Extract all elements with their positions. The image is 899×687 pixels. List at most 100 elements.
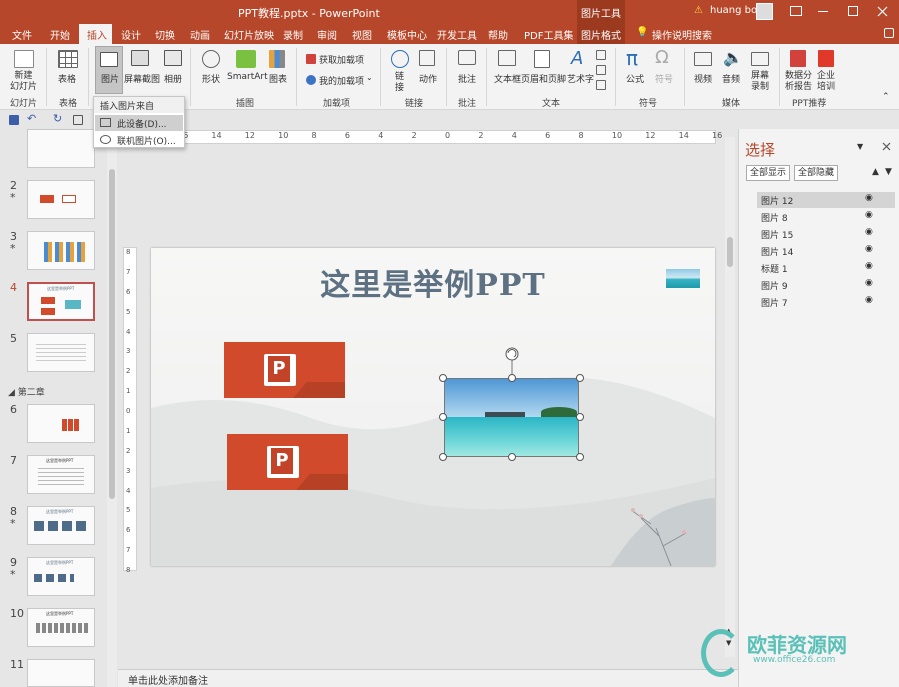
textbox-button[interactable]: 文本框: [494, 72, 521, 85]
slide-title[interactable]: 这里是举例PPT: [151, 260, 715, 304]
selection-item[interactable]: 图片 14 ◉: [757, 243, 895, 259]
comments-icon[interactable]: [884, 28, 894, 38]
tab-design[interactable]: 设计: [121, 27, 141, 42]
section-header[interactable]: ◢ 第二章: [8, 385, 45, 398]
pane-options-icon[interactable]: ▼: [857, 142, 863, 151]
autosave-icon[interactable]: [8, 4, 24, 20]
tab-help[interactable]: 帮助: [488, 27, 508, 42]
slide-thumbnail-pane[interactable]: 2 * 3 * 4 这里是举例PPT 5 ◢ 第二章 6 7 这里是举例PPT …: [0, 129, 118, 687]
pane-close-icon[interactable]: [882, 142, 891, 151]
data-analysis-button[interactable]: 数据分 析报告: [785, 71, 812, 93]
ribbon-display-icon[interactable]: [790, 6, 802, 16]
slide-thumbnail-7[interactable]: 这里是举例PPT: [27, 455, 95, 494]
audio-button[interactable]: 音频: [722, 72, 740, 85]
selection-item[interactable]: 图片 7 ◉: [757, 294, 895, 310]
selection-handles[interactable]: [435, 344, 585, 464]
slide-thumbnail-5[interactable]: [27, 333, 95, 372]
tab-review[interactable]: 审阅: [317, 27, 337, 42]
eye-icon[interactable]: ◉: [865, 261, 873, 271]
shapes-button[interactable]: 形状: [202, 72, 220, 85]
slide-thumbnail-11[interactable]: [27, 659, 95, 687]
show-all-button[interactable]: 全部显示: [746, 165, 790, 181]
maximize-icon[interactable]: [848, 6, 858, 16]
chart-button[interactable]: 图表: [269, 72, 287, 85]
eye-icon[interactable]: ◉: [865, 227, 873, 237]
slide-thumbnail-6[interactable]: [27, 404, 95, 443]
minimize-icon[interactable]: [818, 11, 828, 12]
tab-home[interactable]: 开始: [50, 27, 70, 42]
notes-area[interactable]: 单击此处添加备注: [118, 669, 738, 687]
editor-scrollbar[interactable]: ▲ ▼: [725, 137, 735, 657]
tab-transitions[interactable]: 切换: [155, 27, 175, 42]
editor-scroll-thumb[interactable]: [727, 237, 733, 267]
selection-item[interactable]: 图片 15 ◉: [757, 226, 895, 242]
action-button[interactable]: 动作: [419, 72, 437, 85]
tab-file[interactable]: 文件: [12, 27, 32, 42]
equation-button[interactable]: 公式: [626, 72, 644, 85]
video-button[interactable]: 视频: [694, 72, 712, 85]
start-slideshow-icon[interactable]: [73, 115, 83, 125]
eye-icon[interactable]: ◉: [865, 193, 873, 203]
save-icon[interactable]: [9, 115, 19, 125]
collapse-ribbon-icon[interactable]: ⌃: [882, 92, 890, 102]
eye-icon[interactable]: ◉: [865, 278, 873, 288]
table-button[interactable]: 表格: [58, 72, 76, 85]
small-beach-picture[interactable]: [666, 269, 700, 288]
redo-icon[interactable]: ↻: [53, 112, 62, 125]
user-name[interactable]: huang bo: [710, 5, 757, 16]
close-icon[interactable]: [877, 6, 888, 17]
screen-record-button[interactable]: 屏幕 录制: [751, 71, 769, 93]
training-button[interactable]: 企业 培训: [817, 71, 835, 93]
object-icon[interactable]: [596, 80, 606, 90]
eye-icon[interactable]: ◉: [865, 244, 873, 254]
get-addins-button[interactable]: 获取加载项: [319, 53, 364, 66]
selection-item[interactable]: 标题 1 ◉: [757, 260, 895, 276]
link-button[interactable]: 链接: [395, 72, 404, 94]
avatar[interactable]: [756, 3, 773, 20]
album-button[interactable]: 相册: [164, 72, 182, 85]
slide-thumbnail-1[interactable]: [27, 129, 95, 168]
header-footer-button[interactable]: 页眉和页脚: [521, 72, 566, 85]
selection-item[interactable]: 图片 8 ◉: [757, 209, 895, 225]
tab-slideshow[interactable]: 幻灯片放映: [224, 27, 274, 42]
selection-item[interactable]: 图片 9 ◉: [757, 277, 895, 293]
thumbnail-scrollbar[interactable]: [107, 129, 117, 687]
ppt-tile-bottom[interactable]: P: [227, 434, 348, 490]
tab-insert[interactable]: 插入: [79, 24, 112, 44]
slide-thumbnail-3[interactable]: [27, 231, 95, 270]
slide-canvas[interactable]: 这里是举例PPT P P: [151, 248, 715, 566]
comment-button[interactable]: 批注: [458, 72, 476, 85]
slide-thumbnail-10[interactable]: 这里是举例PPT: [27, 608, 95, 647]
new-slide-button[interactable]: 新建 幻灯片: [10, 71, 37, 93]
tab-templates[interactable]: 模板中心: [387, 27, 427, 42]
eye-icon[interactable]: ◉: [865, 295, 873, 305]
tab-pdf[interactable]: PDF工具集: [524, 27, 573, 42]
wordart-button[interactable]: 艺术字: [567, 72, 594, 85]
eye-icon[interactable]: ◉: [865, 210, 873, 220]
slide-thumbnail-2[interactable]: [27, 180, 95, 219]
tab-developer[interactable]: 开发工具: [437, 27, 477, 42]
slide-thumbnail-9[interactable]: 这里是举例PPT: [27, 557, 95, 596]
symbol-button[interactable]: 符号: [655, 72, 673, 85]
tab-record[interactable]: 录制: [283, 27, 303, 42]
undo-icon[interactable]: ↶: [27, 112, 36, 125]
my-addins-chevron-icon[interactable]: ⌄: [366, 73, 373, 82]
tab-picture-format[interactable]: 图片格式: [577, 24, 625, 44]
hide-all-button[interactable]: 全部隐藏: [794, 165, 838, 181]
menu-item-this-device[interactable]: 此设备(D)...: [95, 115, 183, 131]
slide-thumbnail-8[interactable]: 这里是举例PPT: [27, 506, 95, 545]
screenshot-button[interactable]: 屏幕截图: [124, 72, 160, 85]
tab-animations[interactable]: 动画: [190, 27, 210, 42]
slide-thumbnail-4[interactable]: 这里是举例PPT: [27, 282, 95, 321]
slide-number-icon[interactable]: [596, 65, 606, 75]
tell-me-search[interactable]: 操作说明搜索: [652, 27, 712, 42]
smartart-button[interactable]: SmartArt: [227, 72, 268, 82]
date-icon[interactable]: [596, 50, 606, 60]
selection-item[interactable]: 图片 12 ◉: [757, 192, 895, 208]
scroll-thumb[interactable]: [109, 169, 115, 499]
bring-forward-icon[interactable]: ▲: [872, 167, 879, 177]
tab-view[interactable]: 视图: [352, 27, 372, 42]
my-addins-button[interactable]: 我的加载项: [319, 74, 364, 87]
menu-item-online[interactable]: 联机图片(O)...: [95, 132, 183, 148]
send-backward-icon[interactable]: ▼: [885, 167, 892, 177]
